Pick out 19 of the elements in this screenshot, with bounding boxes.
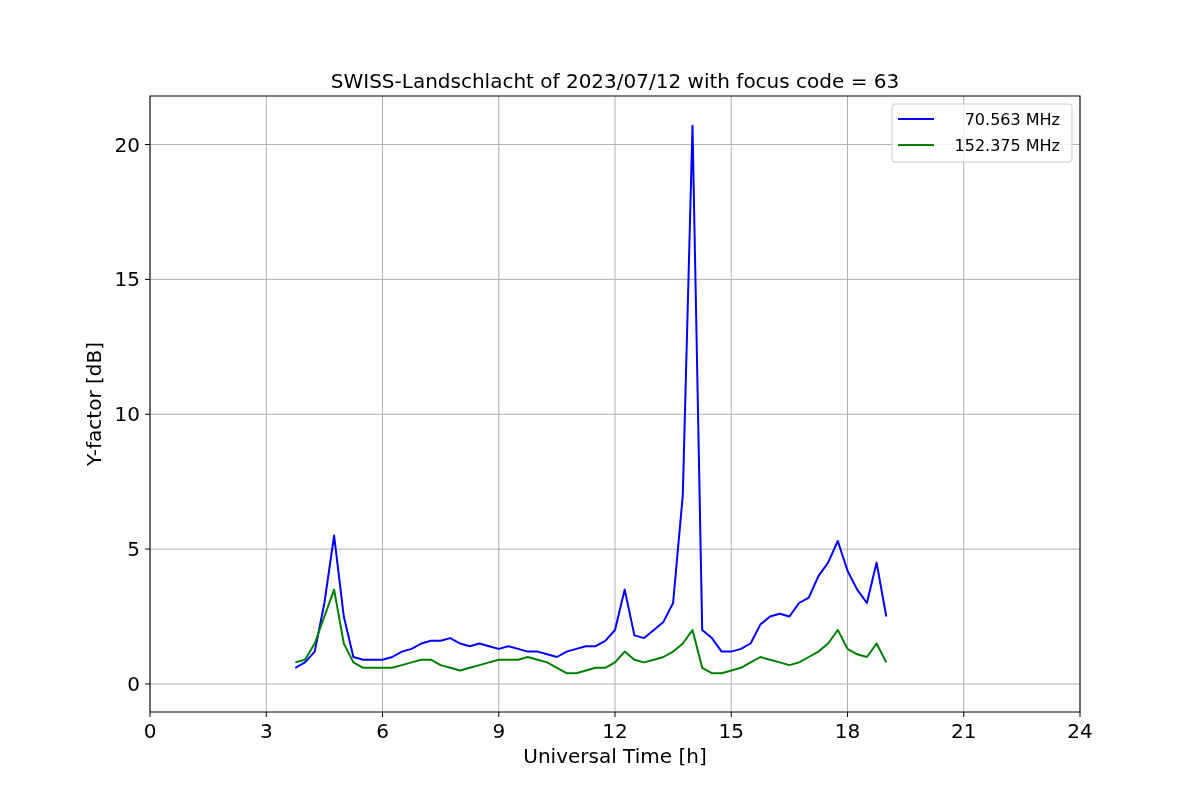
y-tick-label: 20 <box>114 132 140 157</box>
x-tick-label: 12 <box>602 719 628 743</box>
y-tick-label: 5 <box>127 537 140 562</box>
x-tick-label: 9 <box>492 719 506 743</box>
x-tick-label: 6 <box>376 719 389 743</box>
y-tick-label: 0 <box>127 671 140 696</box>
y-axis-label: Y-factor [dB] <box>82 342 106 466</box>
x-tick-label: 21 <box>951 719 977 743</box>
x-tick-label: 3 <box>259 719 273 743</box>
y-tick-label: 15 <box>114 267 140 292</box>
x-tick-label: 15 <box>718 719 744 743</box>
y-tick-label: 10 <box>114 402 140 427</box>
legend-label: 70.563 MHz <box>964 110 1060 129</box>
x-tick-label: 18 <box>834 719 861 743</box>
x-tick-label: 24 <box>1067 719 1093 743</box>
chart-title: SWISS-Landschlacht of 2023/07/12 with focus code = 63 <box>330 69 900 93</box>
legend-label: 152.375 MHz <box>954 136 1060 155</box>
x-tick-label: 0 <box>143 719 157 743</box>
x-axis-label: Universal Time [h] <box>523 744 707 768</box>
